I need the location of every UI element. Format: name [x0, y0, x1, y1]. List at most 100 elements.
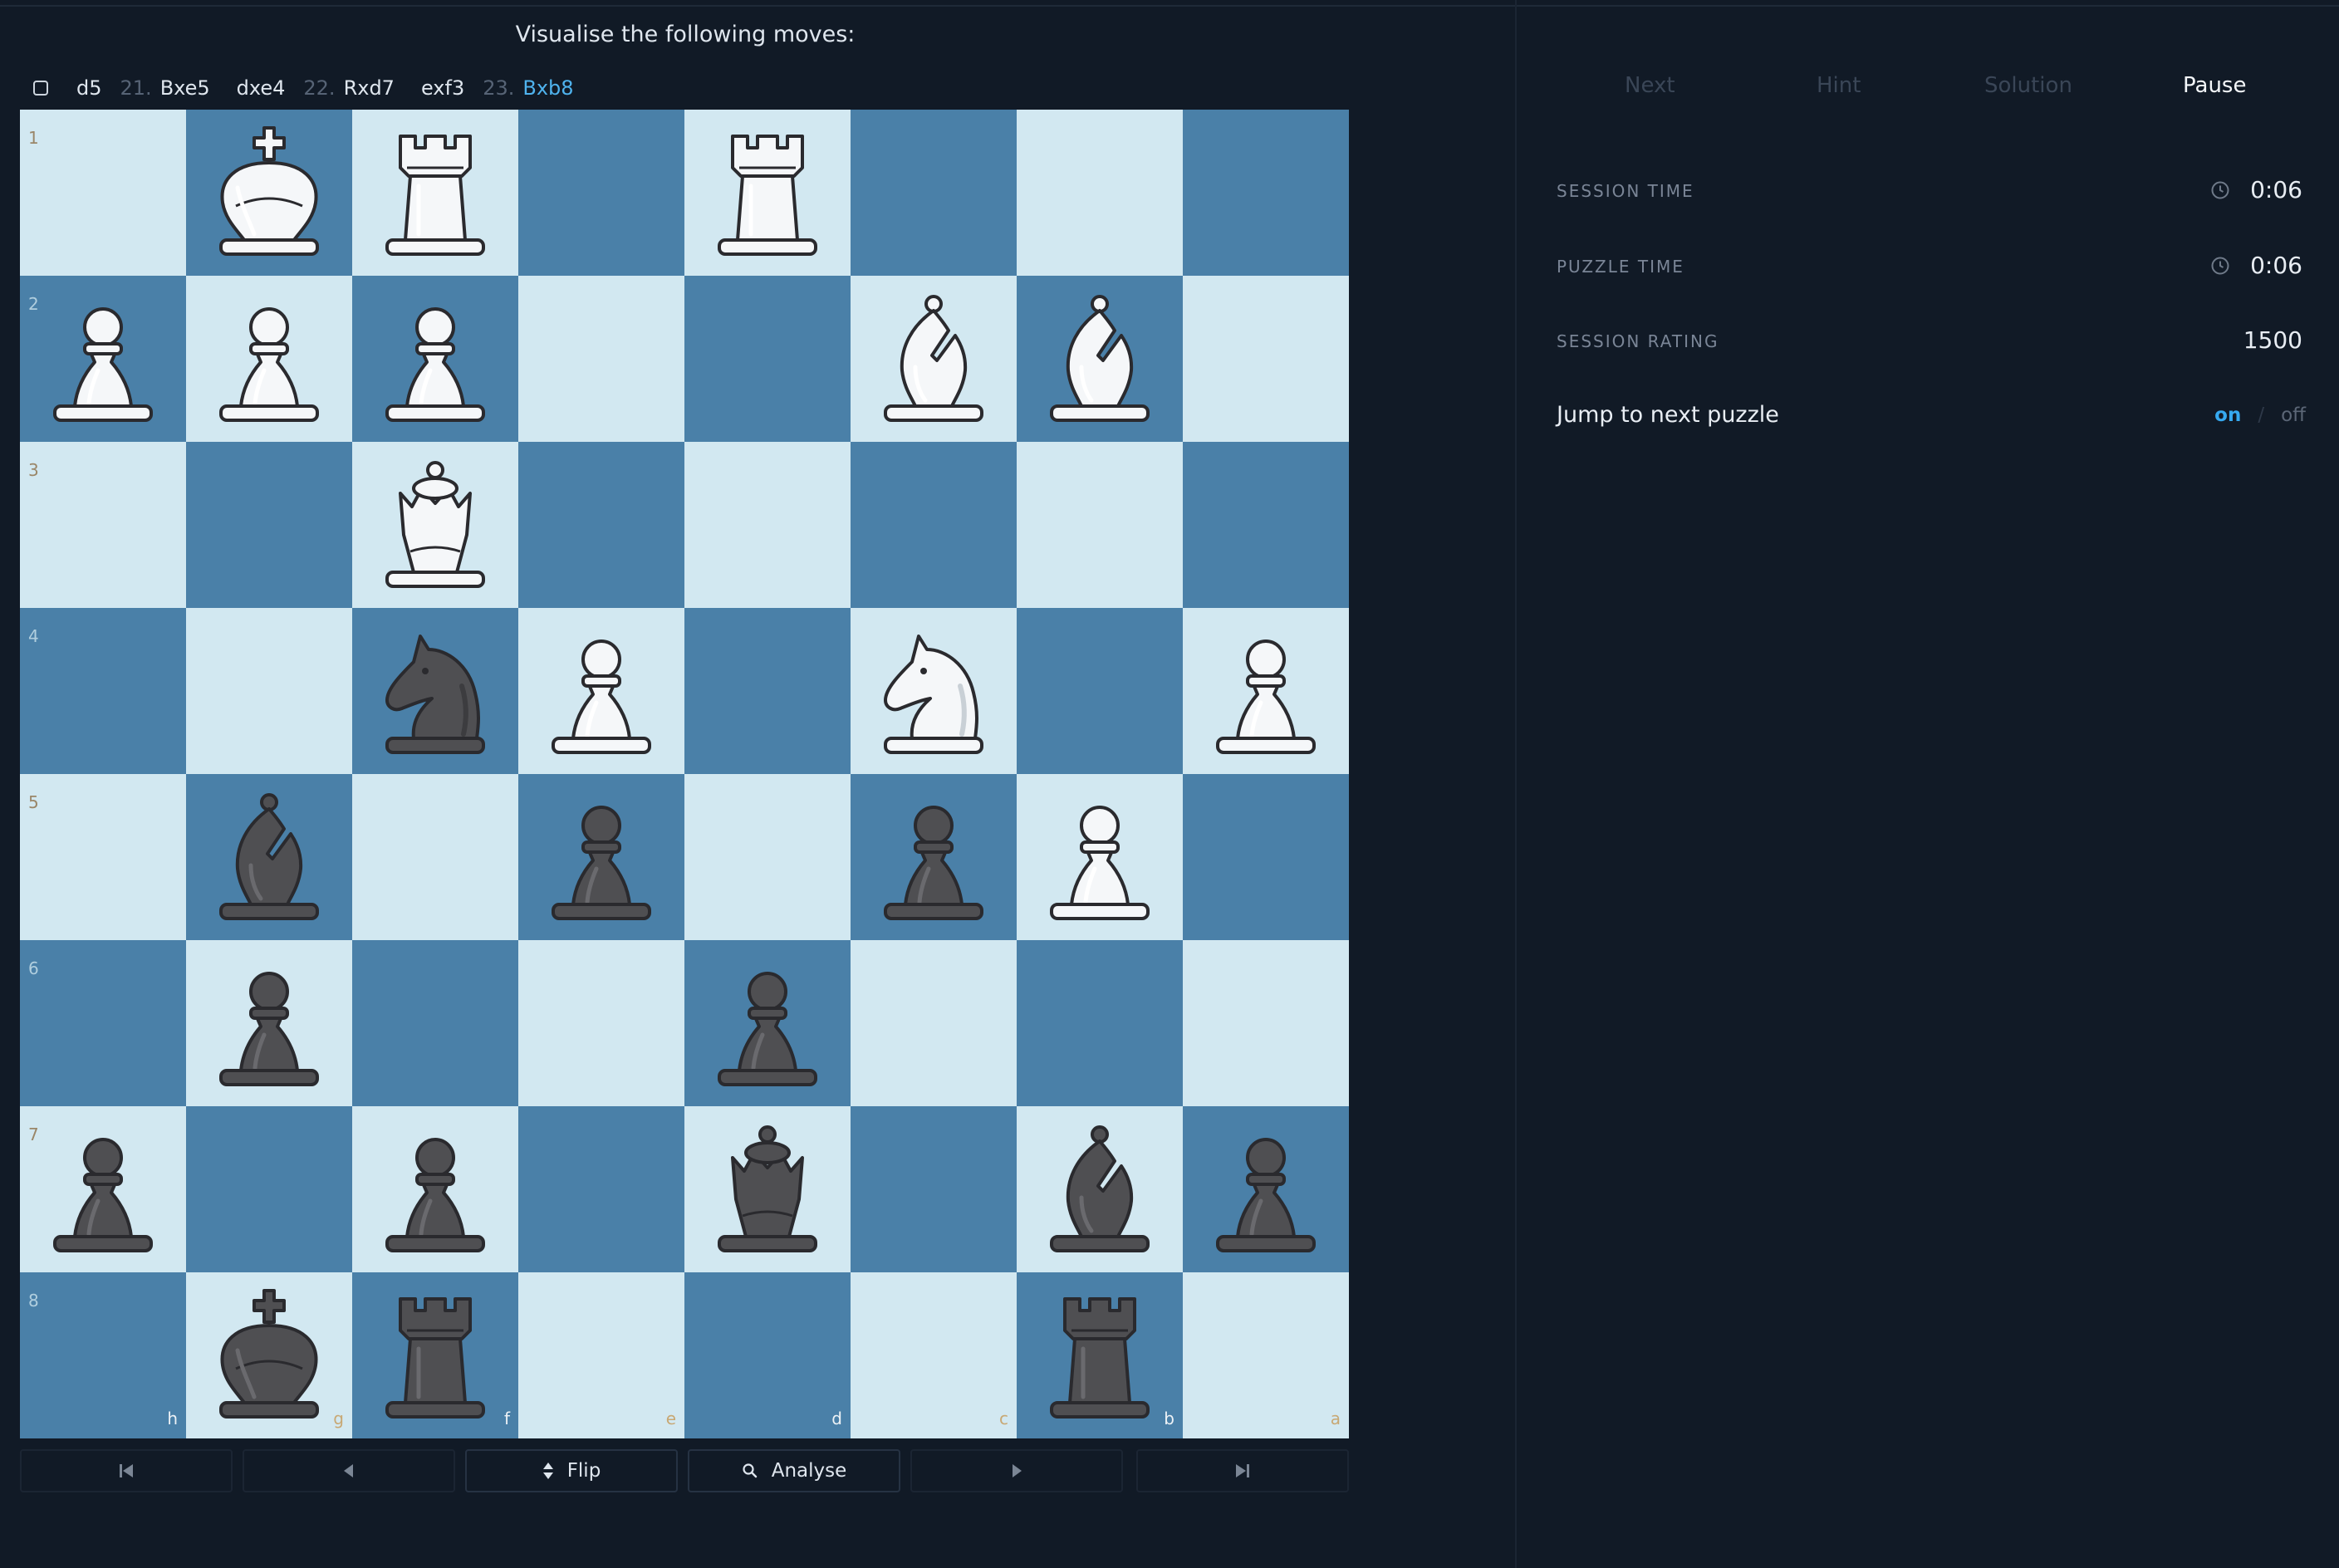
square-e2[interactable]	[518, 276, 684, 442]
square-h3[interactable]: 3	[20, 442, 186, 608]
move-bxe5[interactable]: Bxe5	[160, 76, 210, 100]
square-c8[interactable]: c	[851, 1272, 1017, 1438]
sort-arrows-icon	[542, 1463, 553, 1479]
solution-button[interactable]: Solution	[1984, 73, 2072, 98]
square-b2[interactable]	[1017, 276, 1183, 442]
move-exf3[interactable]: exf3	[421, 76, 464, 100]
toggle-off[interactable]: off	[2281, 404, 2306, 426]
square-e7[interactable]	[518, 1106, 684, 1272]
square-b5[interactable]	[1017, 774, 1183, 940]
square-a5[interactable]	[1183, 774, 1349, 940]
analyse-button[interactable]: Analyse	[688, 1449, 900, 1492]
next-button[interactable]: Next	[1625, 73, 1675, 98]
square-d7[interactable]	[684, 1106, 851, 1272]
square-f4[interactable]	[352, 608, 518, 774]
moves-checkbox[interactable]	[33, 81, 48, 96]
square-d3[interactable]	[684, 442, 851, 608]
square-e4[interactable]	[518, 608, 684, 774]
square-b7[interactable]	[1017, 1106, 1183, 1272]
search-icon	[743, 1463, 757, 1478]
square-d5[interactable]	[684, 774, 851, 940]
square-c6[interactable]	[851, 940, 1017, 1106]
square-f2[interactable]	[352, 276, 518, 442]
toggle-on[interactable]: on	[2214, 404, 2241, 426]
square-c7[interactable]	[851, 1106, 1017, 1272]
square-h8[interactable]: 8h	[20, 1272, 186, 1438]
square-a2[interactable]	[1183, 276, 1349, 442]
square-e5[interactable]	[518, 774, 684, 940]
square-g7[interactable]	[186, 1106, 352, 1272]
square-c3[interactable]	[851, 442, 1017, 608]
square-g4[interactable]	[186, 608, 352, 774]
square-h4[interactable]: 4	[20, 608, 186, 774]
white-pawn-icon	[53, 307, 153, 422]
session-time-value: 0:06	[2210, 176, 2302, 203]
square-f8[interactable]: f	[352, 1272, 518, 1438]
square-b3[interactable]	[1017, 442, 1183, 608]
square-e1[interactable]	[518, 110, 684, 276]
square-b1[interactable]	[1017, 110, 1183, 276]
square-c1[interactable]	[851, 110, 1017, 276]
square-h6[interactable]: 6	[20, 940, 186, 1106]
square-g5[interactable]	[186, 774, 352, 940]
square-e3[interactable]	[518, 442, 684, 608]
square-a8[interactable]: a	[1183, 1272, 1349, 1438]
square-h1[interactable]: 1	[20, 110, 186, 276]
previous-move-button[interactable]	[243, 1449, 455, 1492]
first-move-button[interactable]	[20, 1449, 233, 1492]
square-f1[interactable]	[352, 110, 518, 276]
white-king-icon	[219, 126, 319, 256]
square-d4[interactable]	[684, 608, 851, 774]
black-pawn-icon	[53, 1138, 153, 1252]
square-b6[interactable]	[1017, 940, 1183, 1106]
session-time-label: SESSION TIME	[1557, 181, 1694, 201]
square-f3[interactable]	[352, 442, 518, 608]
black-queen-icon	[718, 1125, 817, 1252]
move-bxb8-current[interactable]: Bxb8	[522, 76, 573, 100]
square-g1[interactable]	[186, 110, 352, 276]
next-move-button[interactable]	[910, 1449, 1123, 1492]
last-move-button[interactable]	[1136, 1449, 1349, 1492]
square-c5[interactable]	[851, 774, 1017, 940]
square-e6[interactable]	[518, 940, 684, 1106]
square-c4[interactable]	[851, 608, 1017, 774]
white-bishop-icon	[1050, 295, 1150, 422]
pause-button[interactable]: Pause	[2183, 73, 2246, 98]
square-a1[interactable]	[1183, 110, 1349, 276]
move-d5[interactable]: d5	[76, 76, 102, 100]
white-queen-icon	[385, 461, 485, 588]
square-b8[interactable]: b	[1017, 1272, 1183, 1438]
black-rook-icon	[1050, 1297, 1150, 1419]
square-g8[interactable]: g	[186, 1272, 352, 1438]
square-f7[interactable]	[352, 1106, 518, 1272]
square-a3[interactable]	[1183, 442, 1349, 608]
square-d2[interactable]	[684, 276, 851, 442]
move-rxd7[interactable]: Rxd7	[344, 76, 395, 100]
square-d1[interactable]	[684, 110, 851, 276]
square-a6[interactable]	[1183, 940, 1349, 1106]
square-b4[interactable]	[1017, 608, 1183, 774]
chess-board[interactable]: 1 2 3 4 5 6 7 8 h g f e d c b a	[20, 110, 1349, 1438]
white-pawn-icon	[1050, 806, 1150, 920]
hint-button[interactable]: Hint	[1817, 73, 1861, 98]
square-a4[interactable]	[1183, 608, 1349, 774]
square-g3[interactable]	[186, 442, 352, 608]
square-g2[interactable]	[186, 276, 352, 442]
square-d6[interactable]	[684, 940, 851, 1106]
square-e8[interactable]: e	[518, 1272, 684, 1438]
square-h7[interactable]: 7	[20, 1106, 186, 1272]
square-a7[interactable]	[1183, 1106, 1349, 1272]
file-label: c	[999, 1409, 1008, 1428]
move-dxe4[interactable]: dxe4	[237, 76, 286, 100]
white-pawn-icon	[219, 307, 319, 422]
square-c2[interactable]	[851, 276, 1017, 442]
square-g6[interactable]	[186, 940, 352, 1106]
puzzle-sidebar: Next Hint Solution Pause SESSION TIME 0:…	[1517, 0, 2339, 1568]
square-h5[interactable]: 5	[20, 774, 186, 940]
flip-button[interactable]: Flip	[465, 1449, 678, 1492]
square-d8[interactable]: d	[684, 1272, 851, 1438]
square-h2[interactable]: 2	[20, 276, 186, 442]
square-f5[interactable]	[352, 774, 518, 940]
square-f6[interactable]	[352, 940, 518, 1106]
file-label: a	[1330, 1409, 1341, 1428]
